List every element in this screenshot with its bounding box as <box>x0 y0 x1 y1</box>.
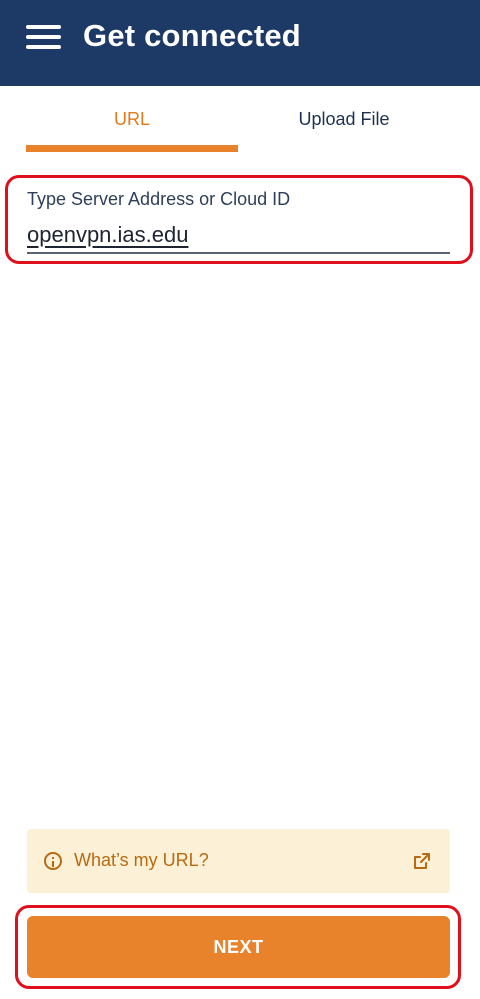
whats-my-url-label: What’s my URL? <box>74 850 209 870</box>
tab-upload-file[interactable]: Upload File <box>238 86 450 152</box>
page-title: Get connected <box>83 18 301 53</box>
app-bar: Get connected <box>0 0 480 86</box>
server-field-underline <box>27 252 450 254</box>
hamburger-menu-icon[interactable] <box>26 24 61 50</box>
server-address-input[interactable] <box>27 218 450 252</box>
whats-my-url-link[interactable]: What’s my URL? <box>27 829 450 893</box>
info-icon <box>44 852 62 870</box>
next-button[interactable]: NEXT <box>27 916 450 978</box>
active-tab-indicator <box>26 145 238 152</box>
tab-url[interactable]: URL <box>26 86 238 152</box>
external-link-icon <box>414 853 430 869</box>
server-field-label: Type Server Address or Cloud ID <box>27 189 291 209</box>
